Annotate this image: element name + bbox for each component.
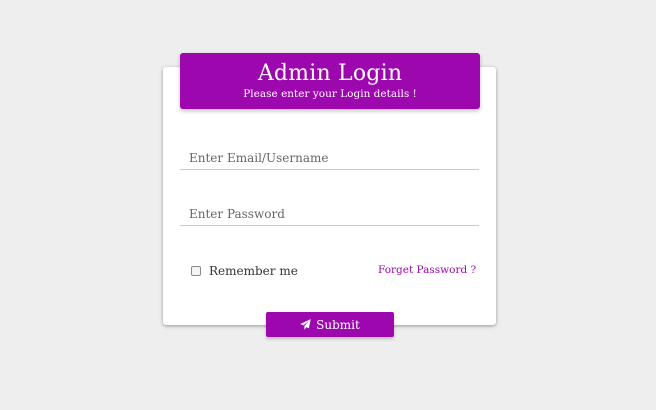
remember-me-label: Remember me (209, 264, 298, 278)
login-header: Admin Login Please enter your Login deta… (180, 53, 480, 109)
remember-me-checkbox[interactable] (191, 266, 201, 276)
page-title: Admin Login (257, 61, 403, 86)
submit-button[interactable]: Submit (266, 312, 394, 337)
remember-me[interactable]: Remember me (191, 262, 298, 280)
forgot-password-link[interactable]: Forget Password ? (378, 264, 476, 276)
page-subtitle: Please enter your Login details ! (243, 88, 417, 100)
email-field[interactable] (180, 146, 479, 170)
password-field[interactable] (180, 202, 479, 226)
paper-plane-icon (300, 319, 311, 330)
submit-button-label: Submit (316, 317, 360, 332)
